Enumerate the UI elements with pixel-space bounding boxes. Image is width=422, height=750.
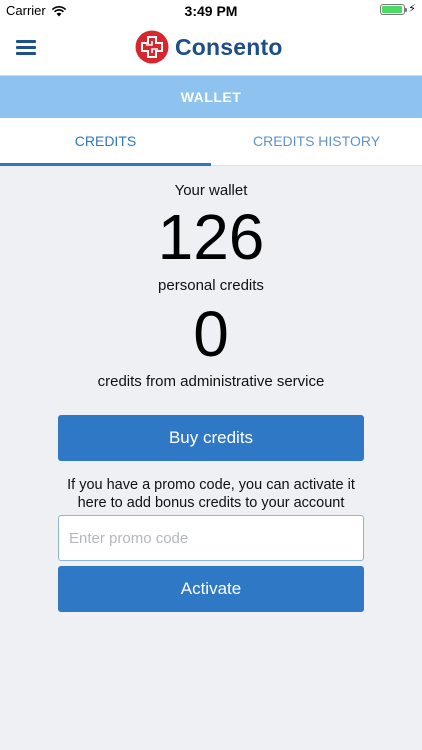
status-right: ⚡: [380, 4, 416, 15]
activate-button[interactable]: Activate: [58, 566, 364, 612]
wallet-title: Your wallet: [174, 182, 248, 199]
brand-logo: Consento: [135, 30, 283, 64]
personal-credits-count: 126: [157, 201, 265, 273]
medical-cross-logo-icon: [135, 30, 169, 64]
tab-credits-label: CREDITS: [74, 133, 137, 149]
tab-credits-history[interactable]: CREDITS HISTORY: [211, 118, 422, 165]
active-tab-indicator: [0, 163, 211, 166]
section-title-bar: WALLET: [0, 76, 422, 118]
promo-code-instructions: If you have a promo code, you can activa…: [67, 477, 355, 511]
battery-icon: [380, 4, 408, 15]
brand-name: Consento: [175, 33, 283, 60]
admin-credits-count: 0: [193, 298, 229, 370]
tab-credits[interactable]: CREDITS: [0, 118, 211, 165]
tab-credits-history-label: CREDITS HISTORY: [252, 133, 381, 149]
admin-credits-label: credits from administrative service: [97, 373, 325, 390]
section-title: WALLET: [180, 89, 242, 105]
hamburger-menu-icon[interactable]: [16, 40, 36, 56]
buy-credits-button[interactable]: Buy credits: [58, 415, 364, 461]
charging-bolt-icon: ⚡: [408, 3, 416, 15]
status-bar: Carrier 3:49 PM ⚡: [0, 0, 422, 22]
tab-bar: CREDITS CREDITS HISTORY: [0, 118, 422, 166]
app-header: Consento: [0, 22, 422, 76]
promo-code-input[interactable]: [58, 515, 364, 561]
status-time: 3:49 PM: [184, 3, 238, 19]
personal-credits-label: personal credits: [158, 277, 264, 294]
